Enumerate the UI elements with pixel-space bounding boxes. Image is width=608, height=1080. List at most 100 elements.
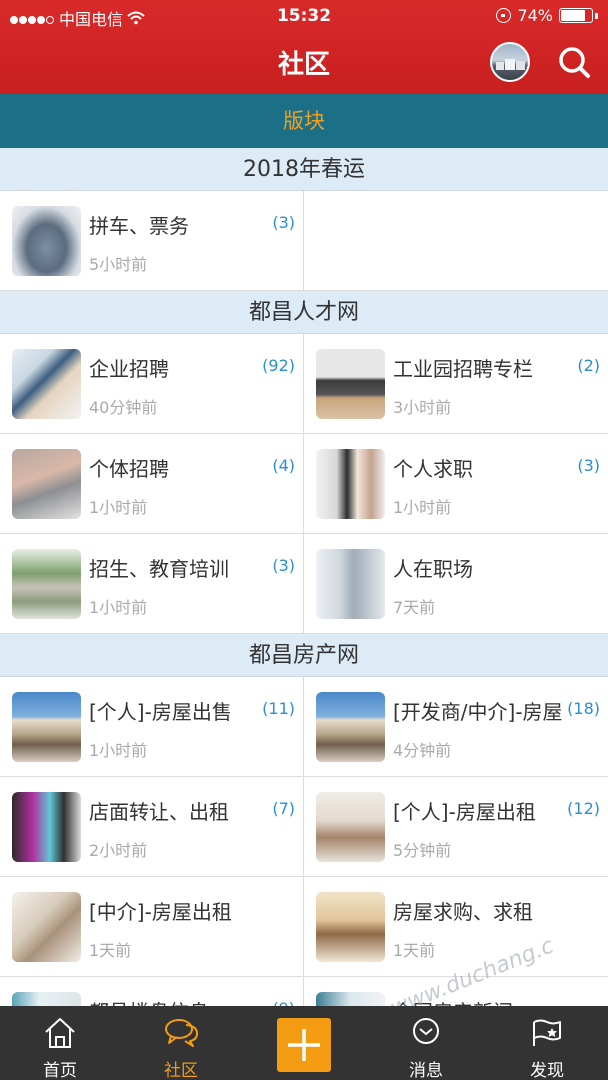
forum-post-count: (4): [272, 456, 295, 475]
forum-thumbnail: [12, 892, 81, 962]
forum-post-count: (2): [577, 356, 600, 375]
forum-title: [开发商/中介]-房屋: [393, 700, 563, 724]
forum-updated-time: 5小时前: [89, 255, 148, 274]
add-post-button[interactable]: [277, 1018, 331, 1072]
category-header: 2018年春运: [0, 148, 608, 191]
forum-row: [中介]-房屋出租 1天前 房屋求购、求租 1天前: [0, 877, 608, 977]
forum-updated-time: 2小时前: [89, 841, 148, 860]
forum-post-count: (7): [272, 799, 295, 818]
rotation-lock-icon: [496, 8, 512, 23]
home-icon: [45, 1018, 75, 1048]
forum-updated-time: 1小时前: [89, 741, 148, 760]
user-avatar[interactable]: [490, 42, 530, 82]
forum-thumbnail: [316, 792, 385, 862]
forum-updated-time: 5分钟前: [393, 841, 452, 860]
forum-title: 人在职场: [393, 557, 473, 581]
forum-item[interactable]: [开发商/中介]-房屋 4分钟前 (18): [304, 677, 608, 777]
forum-post-count: (3): [272, 556, 295, 575]
forum-item[interactable]: 拼车、票务 5小时前 (3): [0, 191, 304, 291]
forum-item[interactable]: 工业园招聘专栏 3小时前 (2): [304, 334, 608, 434]
forum-item[interactable]: 企业招聘 40分钟前 (92): [0, 334, 304, 434]
chat-bubble-icon: [165, 1019, 199, 1047]
tab-community[interactable]: 社区: [121, 1006, 241, 1080]
flag-icon: [533, 1019, 561, 1046]
forum-title: 房屋求购、求租: [393, 900, 533, 924]
forum-updated-time: 1小时前: [89, 598, 148, 617]
battery-tip: [595, 12, 598, 19]
forum-row: 个体招聘 1小时前 (4) 个人求职 1小时前 (3): [0, 434, 608, 534]
forum-thumbnail: [316, 549, 385, 619]
status-bar: 中国电信 15:32 74%: [0, 0, 608, 32]
forum-updated-time: 4分钟前: [393, 741, 452, 760]
category-header: 都昌房产网: [0, 634, 608, 677]
forum-title: [中介]-房屋出租: [89, 900, 232, 924]
tab-messages[interactable]: 消息: [366, 1006, 486, 1080]
forum-updated-time: 1天前: [393, 941, 436, 960]
battery-percent: 74%: [517, 6, 553, 25]
forum-title: [个人]-房屋出租: [393, 800, 536, 824]
forum-title: 招生、教育培训: [89, 557, 229, 581]
forum-thumbnail: [12, 549, 81, 619]
forum-post-count: (11): [262, 699, 295, 718]
forum-row: 招生、教育培训 1小时前 (3) 人在职场 7天前: [0, 534, 608, 634]
forum-thumbnail: [316, 449, 385, 519]
tab-messages-label: 消息: [409, 1061, 443, 1080]
forum-title: 店面转让、出租: [89, 800, 229, 824]
forum-title: 个体招聘: [89, 457, 169, 481]
forum-thumbnail: [316, 692, 385, 762]
forum-thumbnail: [12, 792, 81, 862]
forum-item[interactable]: 招生、教育培训 1小时前 (3): [0, 534, 304, 634]
forum-item[interactable]: 人在职场 7天前: [304, 534, 608, 634]
category-header: 都昌人才网: [0, 291, 608, 334]
forum-item[interactable]: 店面转让、出租 2小时前 (7): [0, 777, 304, 877]
tab-discover[interactable]: 发现: [487, 1006, 607, 1080]
tab-discover-label: 发现: [530, 1061, 564, 1080]
forum-post-count: (3): [577, 456, 600, 475]
forum-item[interactable]: 个人求职 1小时前 (3): [304, 434, 608, 534]
forum-row: [个人]-房屋出售 1小时前 (11) [开发商/中介]-房屋 4分钟前 (18…: [0, 677, 608, 777]
tab-home-label: 首页: [43, 1061, 77, 1080]
forum-item[interactable]: [个人]-房屋出租 5分钟前 (12): [304, 777, 608, 877]
forum-post-count: (3): [272, 213, 295, 232]
forum-item[interactable]: [中介]-房屋出租 1天前: [0, 877, 304, 977]
app-header: 中国电信 15:32 74% 社区: [0, 0, 608, 94]
search-icon[interactable]: [556, 44, 592, 80]
forum-post-count: (12): [567, 799, 600, 818]
section-tab-label: 版块: [283, 109, 325, 133]
forum-item-empty: [304, 191, 608, 291]
forum-item[interactable]: [个人]-房屋出售 1小时前 (11): [0, 677, 304, 777]
battery-icon: [559, 8, 593, 23]
forum-title: [个人]-房屋出售: [89, 700, 232, 724]
forum-title: 企业招聘: [89, 357, 169, 381]
add-icon: [288, 1029, 320, 1061]
forum-thumbnail: [12, 449, 81, 519]
forum-title: 拼车、票务: [89, 214, 189, 238]
tab-home[interactable]: 首页: [0, 1006, 120, 1080]
forum-thumbnail: [12, 692, 81, 762]
forum-thumbnail: [316, 349, 385, 419]
status-right: 74%: [496, 6, 598, 25]
forum-thumbnail: [12, 349, 81, 419]
forum-list: 2018年春运 拼车、票务 5小时前 (3) 都昌人才网 企业招聘 40分钟前 …: [0, 148, 608, 1077]
forum-post-count: (92): [262, 356, 295, 375]
forum-item[interactable]: 个体招聘 1小时前 (4): [0, 434, 304, 534]
forum-row: 企业招聘 40分钟前 (92) 工业园招聘专栏 3小时前 (2): [0, 334, 608, 434]
section-tab[interactable]: 版块: [0, 94, 608, 157]
forum-updated-time: 1天前: [89, 941, 132, 960]
forum-thumbnail: [316, 892, 385, 962]
forum-item[interactable]: 房屋求购、求租 1天前: [304, 877, 608, 977]
forum-title: 工业园招聘专栏: [393, 357, 533, 381]
forum-thumbnail: [12, 206, 81, 276]
forum-post-count: (18): [567, 699, 600, 718]
forum-row: 拼车、票务 5小时前 (3): [0, 191, 608, 291]
app-root: 中国电信 15:32 74% 社区 版块 2018年春运 拼车、票务 5小时前 …: [0, 0, 608, 1080]
forum-row: 店面转让、出租 2小时前 (7) [个人]-房屋出租 5分钟前 (12): [0, 777, 608, 877]
forum-updated-time: 1小时前: [89, 498, 148, 517]
forum-updated-time: 1小时前: [393, 498, 452, 517]
tab-community-label: 社区: [164, 1061, 198, 1080]
forum-updated-time: 40分钟前: [89, 398, 158, 417]
bottom-tab-bar: 首页 社区 消息 发现: [0, 1006, 608, 1080]
message-icon: [413, 1018, 439, 1044]
forum-updated-time: 3小时前: [393, 398, 452, 417]
forum-updated-time: 7天前: [393, 598, 436, 617]
